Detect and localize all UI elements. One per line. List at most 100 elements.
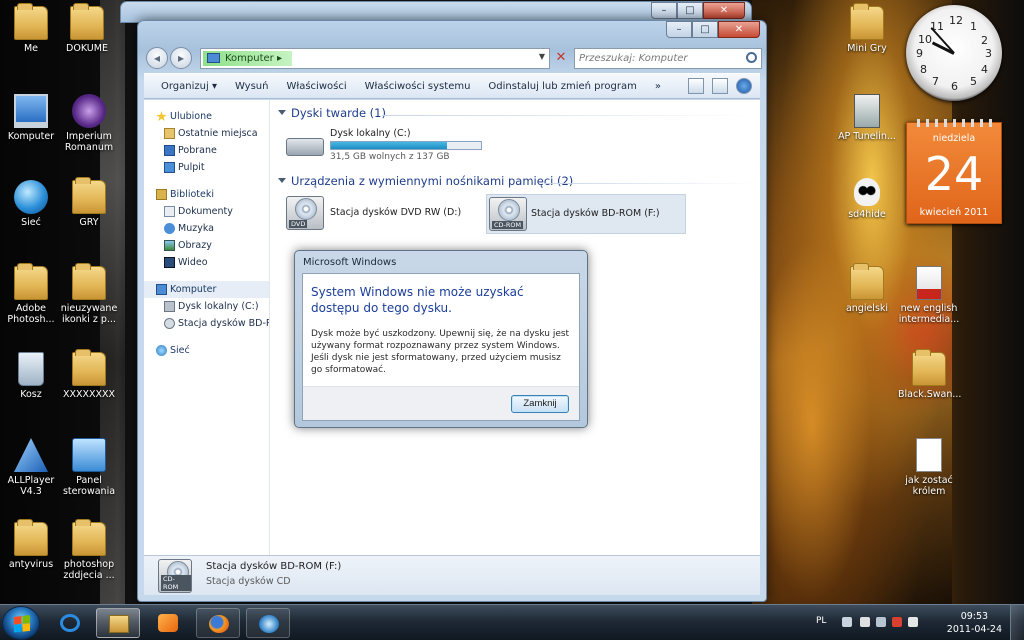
nav-item-video[interactable]: Wideo: [144, 254, 269, 271]
address-bar[interactable]: Komputer ▸ ▼: [200, 48, 550, 69]
taskbar-app-media[interactable]: [146, 608, 190, 638]
group-header-hard-disks[interactable]: Dyski twarde (1): [278, 106, 386, 124]
nav-item-downloads[interactable]: Pobrane: [144, 142, 269, 159]
more-commands-button[interactable]: »: [646, 81, 670, 92]
clock-number: 9: [916, 47, 923, 60]
desktop-icon-ap-tunelin[interactable]: AP Tunelin...: [836, 94, 898, 142]
tray-clock[interactable]: 09:53 2011-04-24: [947, 610, 1002, 636]
desktop-icon-sd4hide[interactable]: sd4hide: [836, 178, 898, 220]
desktop-icon-komputer[interactable]: Komputer: [0, 94, 62, 142]
organize-button[interactable]: Organizuj ▾: [152, 81, 226, 92]
close-window-button[interactable]: ✕: [718, 21, 760, 38]
folder-icon: [72, 519, 106, 556]
desktop-icon-dokume[interactable]: DOKUME: [56, 3, 118, 54]
nav-item-label: Sieć: [170, 345, 190, 356]
desktop-icon-angielski[interactable]: angielski: [836, 263, 898, 314]
chevron-down-icon[interactable]: ▼: [539, 52, 545, 61]
close-button[interactable]: Zamknij: [511, 395, 569, 413]
taskbar: PL 09:53 2011-04-24: [0, 604, 1024, 640]
desktop-icon-photoshop[interactable]: photoshop zddjecia ...: [58, 519, 120, 581]
back-button[interactable]: ◂: [146, 47, 168, 69]
security-icon[interactable]: [892, 617, 902, 627]
calendar-gadget[interactable]: niedziela 24 kwiecień 2011: [906, 119, 1002, 224]
computer-icon: [14, 94, 48, 128]
uninstall-button[interactable]: Odinstaluj lub zmień program: [479, 81, 645, 92]
clock-number: 8: [920, 63, 927, 76]
eject-button[interactable]: Wysuń: [226, 81, 278, 92]
volume-icon[interactable]: [908, 617, 918, 627]
maximize-button[interactable]: □: [677, 2, 703, 19]
nav-item-local-disk[interactable]: Dysk lokalny (C:): [144, 298, 269, 315]
view-controls: [688, 78, 752, 94]
preview-pane-icon[interactable]: [712, 78, 728, 94]
group-header-removable[interactable]: Urządzenia z wymiennymi nośnikami pamięc…: [278, 174, 573, 192]
lightning-icon: [259, 615, 279, 633]
taskbar-app-firefox[interactable]: [196, 608, 240, 638]
maximize-button[interactable]: □: [692, 21, 718, 38]
desktop-icon-siec[interactable]: Sieć: [0, 180, 62, 228]
address-row: ◂ ▸ Komputer ▸ ▼ ✕ Przeszukaj: Komputer: [144, 47, 762, 71]
clock-gadget[interactable]: 12 1 2 3 4 5 6 7 8 9 10 11: [906, 5, 1002, 101]
drive-bd-rom[interactable]: CD-ROM Stacja dysków BD-ROM (F:): [486, 194, 686, 234]
desktop-icon-antyvirus[interactable]: antyvirus: [0, 519, 62, 570]
forward-button[interactable]: ▸: [170, 47, 192, 69]
desktop-icon-new-english[interactable]: new english intermedia...: [898, 266, 960, 325]
error-dialog[interactable]: Microsoft Windows System Windows nie moż…: [294, 250, 588, 428]
network-tray-icon[interactable]: [876, 617, 886, 627]
desktop-icon-black-swan[interactable]: Black.Swan...: [898, 349, 961, 400]
desktop: Me DOKUME Komputer Imperium Romanum Sieć…: [0, 0, 1024, 604]
system-properties-button[interactable]: Właściwości systemu: [356, 81, 480, 92]
taskbar-app-explorer[interactable]: [96, 608, 140, 638]
desktop-icon-mini-gry[interactable]: Mini Gry: [836, 3, 898, 54]
nav-item-bd-drive[interactable]: Stacja dysków BD-RO: [144, 315, 269, 332]
nav-item-desktop[interactable]: Pulpit: [144, 159, 269, 176]
folder-icon: [14, 519, 48, 556]
taskbar-app-ie[interactable]: [48, 608, 92, 638]
desktop-icon-gry[interactable]: GRY: [58, 177, 120, 228]
nav-item-computer[interactable]: Komputer: [144, 281, 269, 298]
view-options-icon[interactable]: [688, 78, 704, 94]
show-desktop-button[interactable]: [1010, 605, 1024, 640]
desktop-icon-allplayer[interactable]: ALLPlayer V4.3: [0, 438, 62, 497]
file-explorer-icon: [109, 615, 129, 633]
close-window-button[interactable]: ✕: [703, 2, 745, 19]
calendar-day-number: 24: [924, 147, 984, 201]
nav-item-recent[interactable]: Ostatnie miejsca: [144, 125, 269, 142]
desktop-icon-adobe[interactable]: Adobe Photosh...: [0, 263, 62, 325]
collapse-icon[interactable]: [278, 110, 286, 115]
nav-item-libraries[interactable]: Biblioteki: [144, 186, 269, 203]
nav-item-documents[interactable]: Dokumenty: [144, 203, 269, 220]
desktop-icon-panel[interactable]: Panel sterowania: [58, 438, 120, 497]
breadcrumb-arrow-icon[interactable]: ▸: [277, 53, 282, 64]
search-input[interactable]: Przeszukaj: Komputer: [574, 48, 762, 69]
drive-type-label: CD-ROM: [492, 221, 524, 229]
properties-button[interactable]: Właściwości: [277, 81, 355, 92]
desktop-icon-jak-zostac[interactable]: jak zostać królem: [898, 438, 960, 497]
language-indicator[interactable]: PL: [816, 616, 826, 626]
collapse-icon[interactable]: [278, 178, 286, 183]
desktop-icon-imperium[interactable]: Imperium Romanum: [58, 94, 120, 153]
breadcrumb[interactable]: Komputer ▸: [203, 51, 293, 66]
nav-item-network[interactable]: Sieć: [144, 342, 269, 359]
taskbar-app-thunder[interactable]: [246, 608, 290, 638]
drive-local-disk[interactable]: Dysk lokalny (C:) 31,5 GB wolnych z 137 …: [286, 128, 486, 164]
system-tray: PL 09:53 2011-04-24: [812, 605, 1024, 640]
clock-number: 7: [932, 75, 939, 88]
desktop-icon-kosz[interactable]: Kosz: [0, 352, 62, 400]
desktop-icon-nieuzywane[interactable]: nieuzywane ikonki z p...: [58, 263, 120, 325]
minimize-button[interactable]: –: [651, 2, 677, 19]
minimize-button[interactable]: –: [666, 21, 692, 38]
help-icon[interactable]: [736, 78, 752, 94]
nav-item-music[interactable]: Muzyka: [144, 220, 269, 237]
flag-icon[interactable]: [860, 617, 870, 627]
nav-item-favorites[interactable]: Ulubione: [144, 108, 269, 125]
show-hidden-icons-icon[interactable]: [842, 617, 852, 627]
nav-item-pictures[interactable]: Obrazy: [144, 237, 269, 254]
start-button[interactable]: [2, 606, 40, 640]
stop-refresh-button[interactable]: ✕: [552, 48, 570, 69]
desktop-icon-xxxx[interactable]: XXXXXXXX: [58, 349, 120, 400]
drive-dvd[interactable]: DVD Stacja dysków DVD RW (D:): [286, 194, 482, 232]
details-pane: CD-ROM Stacja dysków BD-ROM (F:) Stacja …: [144, 555, 760, 595]
desktop-icon-me[interactable]: Me: [0, 3, 62, 54]
search-placeholder: Przeszukaj: Komputer: [579, 53, 688, 64]
